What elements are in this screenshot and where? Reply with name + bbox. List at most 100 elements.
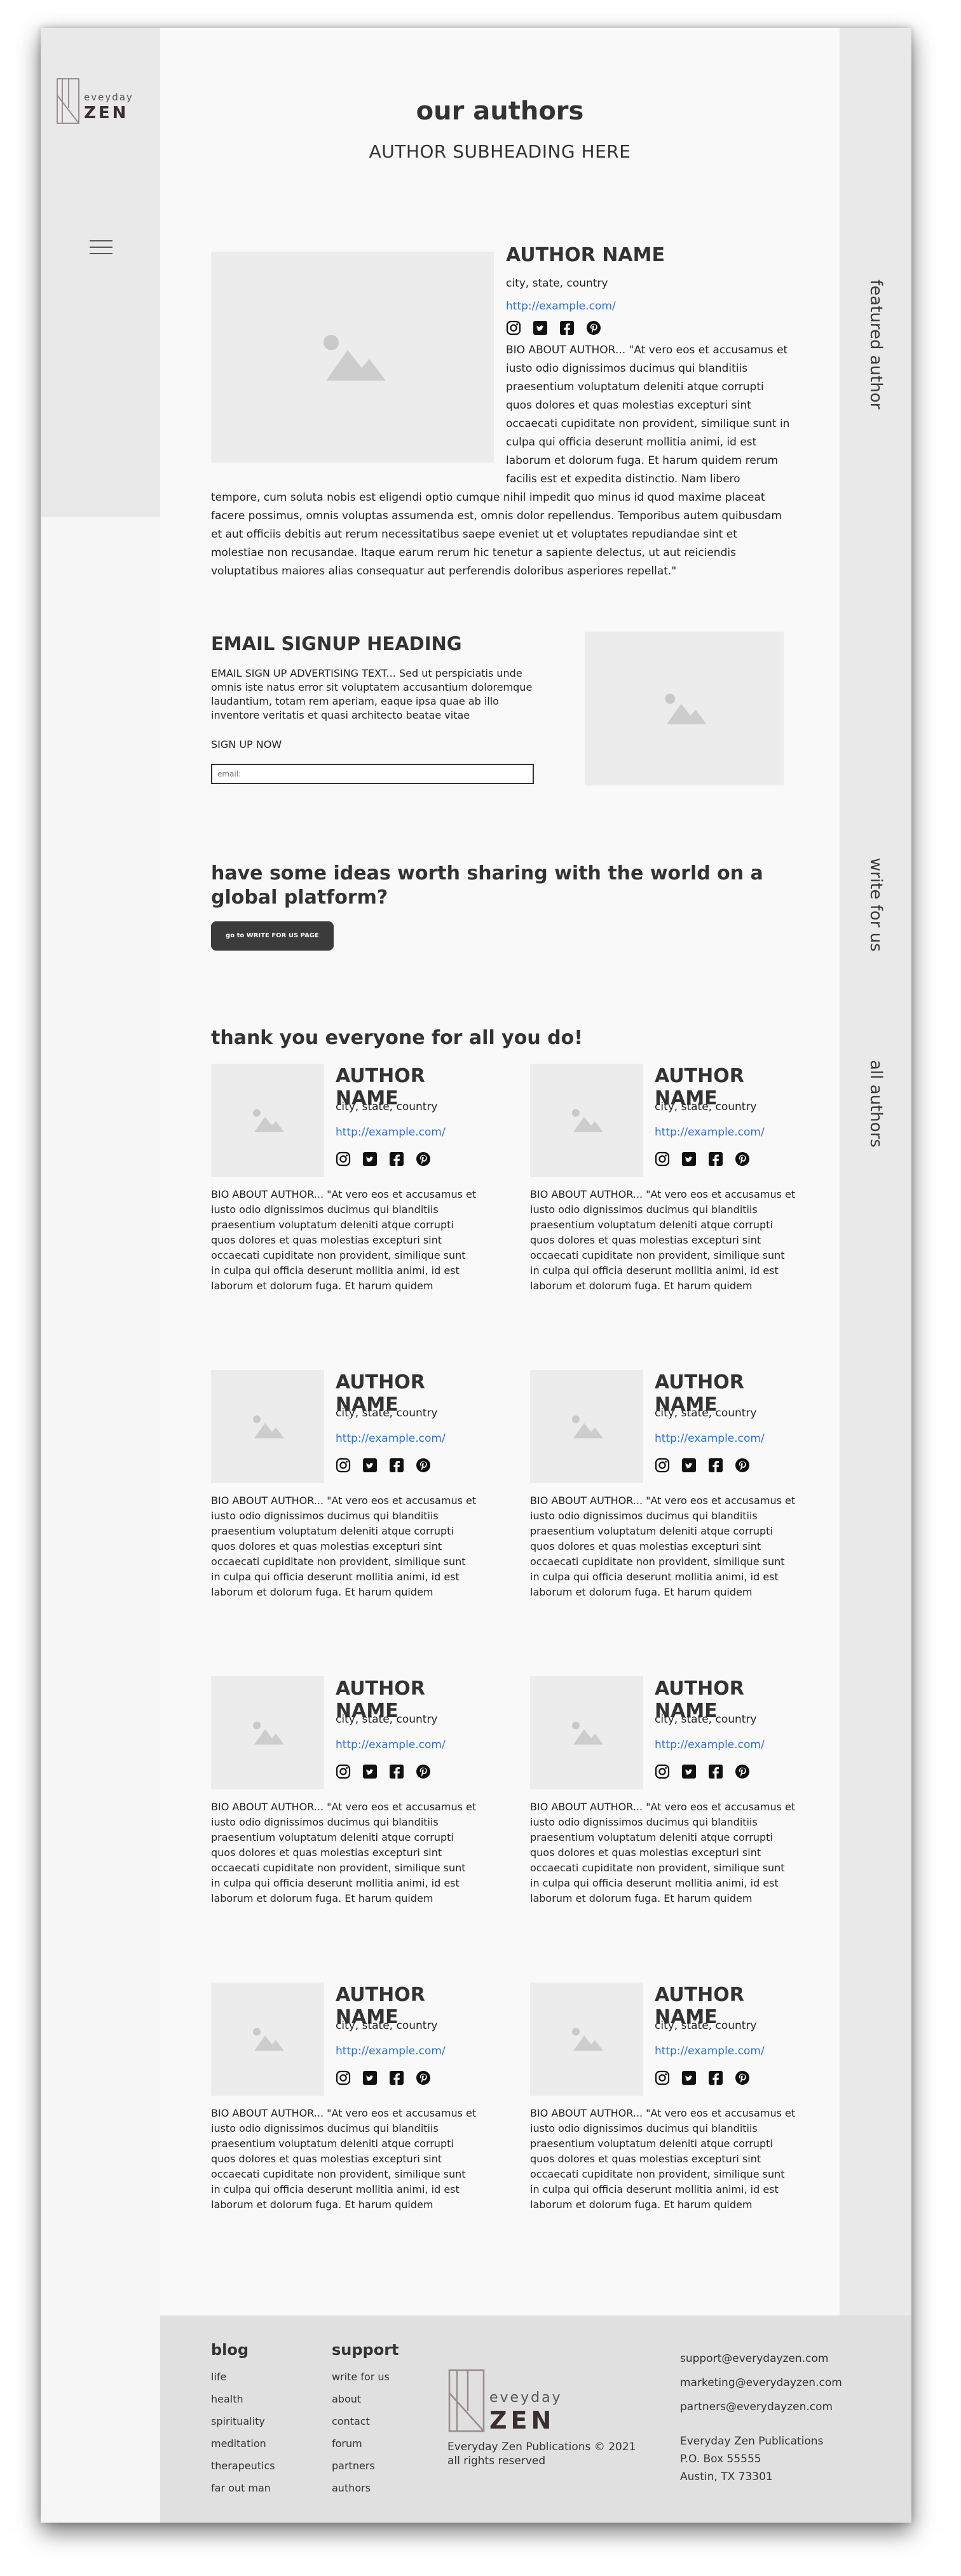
footer-blog-list: life health spirituality meditation ther… [211,2370,275,2504]
footer-link-partners[interactable]: partners [332,2459,390,2481]
hamburger-menu-icon[interactable] [90,235,112,257]
footer-email-support[interactable]: support@everydayzen.com [680,2351,828,2367]
author-location: city, state, country [336,1713,438,1726]
featured-author-bio: BIO ABOUT AUTHOR... "At vero eos et accu… [211,341,791,595]
pinterest-icon[interactable] [586,320,601,336]
image-placeholder-icon [572,1721,603,1745]
author-photo [530,1370,643,1483]
logo-wordmark-top: eveyday [84,92,133,103]
footer-link-write-for-us[interactable]: write for us [332,2370,390,2392]
author-card: AUTHOR NAME city, state, country http://ex… [211,1064,477,1318]
author-photo [211,1676,324,1789]
twitter-icon[interactable] [533,320,548,336]
author-socials [655,1458,750,1473]
facebook-icon[interactable] [389,1458,404,1473]
page-title: our authors [416,97,584,126]
pinterest-icon[interactable] [735,2070,750,2085]
author-photo [211,1983,324,2096]
instagram-icon[interactable] [655,1151,670,1167]
author-link[interactable]: http://example.com/ [655,1432,765,1445]
twitter-icon[interactable] [681,1458,697,1473]
pinterest-icon[interactable] [735,1151,750,1167]
facebook-icon[interactable] [708,2070,723,2085]
facebook-icon[interactable] [708,1458,723,1473]
instagram-icon[interactable] [336,1458,351,1473]
author-socials [336,1458,431,1473]
twitter-icon[interactable] [681,1764,697,1779]
author-card: AUTHOR NAME city, state, country http://ex… [211,1370,477,1624]
brand-logo[interactable]: eveyday ZEN [56,76,145,125]
instagram-icon[interactable] [655,1458,670,1473]
instagram-icon[interactable] [336,1764,351,1779]
footer-link-authors[interactable]: authors [332,2481,390,2504]
footer-link-contact[interactable]: contact [332,2415,390,2437]
email-input[interactable] [211,764,534,784]
rail-write-for-us[interactable]: write for us [840,858,911,952]
instagram-icon[interactable] [336,2070,351,2085]
twitter-icon[interactable] [362,2070,378,2085]
facebook-icon[interactable] [559,320,575,336]
pinterest-icon[interactable] [416,1458,431,1473]
instagram-icon[interactable] [655,1764,670,1779]
facebook-icon[interactable] [708,1764,723,1779]
author-link[interactable]: http://example.com/ [655,1126,765,1139]
author-link[interactable]: http://example.com/ [655,1739,765,1751]
featured-author-link[interactable]: http://example.com/ [506,300,616,313]
author-link[interactable]: http://example.com/ [336,1126,446,1139]
footer-link-life[interactable]: life [211,2370,275,2392]
footer-link-about[interactable]: about [332,2392,390,2415]
author-location: city, state, country [655,2019,757,2032]
facebook-icon[interactable] [389,1764,404,1779]
footer-link-meditation[interactable]: meditation [211,2437,275,2459]
instagram-icon[interactable] [655,2070,670,2085]
rail-all-authors[interactable]: all authors [840,1060,911,1148]
rail-featured-author[interactable]: featured author [840,280,911,409]
footer-copyright: Everyday Zen Publications © 2021 [447,2441,636,2453]
author-photo [530,1064,643,1177]
image-placeholder-icon [664,693,707,724]
footer-link-spirituality[interactable]: spirituality [211,2415,275,2437]
instagram-icon[interactable] [336,1151,351,1167]
pinterest-icon[interactable] [416,1151,431,1167]
author-link[interactable]: http://example.com/ [336,1739,446,1751]
pinterest-icon[interactable] [416,1764,431,1779]
write-for-us-button[interactable]: go to WRITE FOR US PAGE [211,921,334,951]
author-socials [655,1151,750,1167]
author-bio: BIO ABOUT AUTHOR... "At vero eos et accu… [211,1801,477,1904]
facebook-icon[interactable] [389,2070,404,2085]
footer-link-forum[interactable]: forum [332,2437,390,2459]
twitter-icon[interactable] [681,1151,697,1167]
footer-link-far-out-man[interactable]: far out man [211,2481,275,2504]
image-placeholder-icon [253,1109,284,1132]
all-authors-heading: thank you everyone for all you do! [211,1027,583,1049]
author-bio: BIO ABOUT AUTHOR... "At vero eos et accu… [530,1495,796,1598]
author-socials [336,1151,431,1167]
footer-link-health[interactable]: health [211,2392,275,2415]
author-bio: BIO ABOUT AUTHOR... "At vero eos et accu… [530,1188,796,1292]
author-photo [211,1064,324,1177]
author-link[interactable]: http://example.com/ [336,2045,446,2057]
twitter-icon[interactable] [681,2070,697,2085]
twitter-icon[interactable] [362,1458,378,1473]
twitter-icon[interactable] [362,1151,378,1167]
author-link[interactable]: http://example.com/ [336,1432,446,1445]
footer-link-therapeutics[interactable]: therapeutics [211,2459,275,2481]
pinterest-icon[interactable] [416,2070,431,2085]
author-link[interactable]: http://example.com/ [655,2045,765,2057]
logo-wordmark-top: eveyday [489,2390,562,2406]
pinterest-icon[interactable] [735,1458,750,1473]
facebook-icon[interactable] [708,1151,723,1167]
author-location: city, state, country [655,1713,757,1726]
author-socials [336,1764,431,1779]
twitter-icon[interactable] [362,1764,378,1779]
footer-email-marketing[interactable]: marketing@everydayzen.com [680,2375,842,2391]
footer-support-list: write for us about contact forum partner… [332,2370,390,2504]
facebook-icon[interactable] [389,1151,404,1167]
instagram-icon[interactable] [506,320,521,336]
footer-logo[interactable]: eveyday ZEN [447,2368,575,2434]
author-photo [211,1370,324,1483]
left-sidebar: eveyday ZEN [41,28,160,517]
footer-email-partners[interactable]: partners@everydayzen.com [680,2399,833,2415]
author-photo [530,1676,643,1789]
pinterest-icon[interactable] [735,1764,750,1779]
